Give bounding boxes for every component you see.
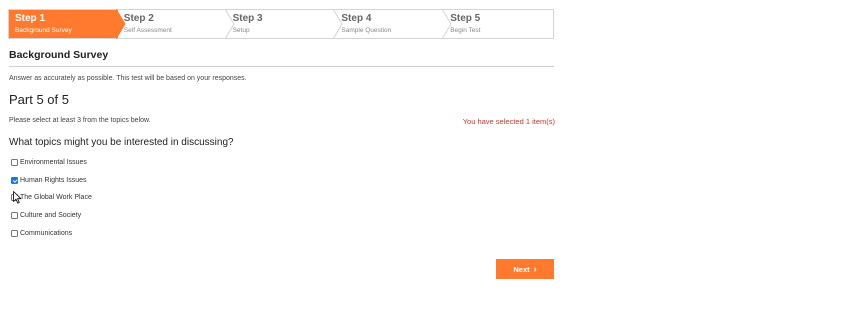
- step-title: Step 4: [341, 13, 372, 24]
- option-label: Culture and Society: [20, 212, 82, 220]
- checkbox-human-rights-issues[interactable]: [11, 176, 18, 184]
- option-global-work-place[interactable]: The Global Work Place: [11, 189, 92, 207]
- checkbox-communications[interactable]: [11, 229, 18, 237]
- step-arrow-icon: [333, 9, 343, 39]
- mouse-pointer-icon: [13, 191, 22, 204]
- selected-count-text: You have selected 1 item(s): [462, 117, 555, 126]
- step-arrow-icon: [115, 9, 126, 39]
- selection-hint: Please select at least 3 from the topics…: [9, 117, 151, 124]
- step-4: Step 4 Sample Question: [335, 9, 452, 39]
- option-culture-and-society[interactable]: Culture and Society: [11, 207, 92, 225]
- step-title: Step 1: [15, 13, 46, 24]
- step-3: Step 3 Setup: [227, 9, 343, 39]
- step-5: Step 5 Begin Test: [444, 10, 553, 38]
- option-communications[interactable]: Communications: [11, 224, 92, 242]
- chevron-right-icon: ›: [533, 263, 537, 274]
- topic-options-list: Environmental Issues Human Rights Issues…: [11, 154, 92, 242]
- step-title: Step 5: [450, 13, 481, 24]
- question-text: What topics might you be interested in d…: [9, 137, 234, 148]
- step-progress-bar: Step 1 Background Survey Step 2 Self Ass…: [8, 9, 554, 39]
- step-2: Step 2 Self Assessment: [118, 9, 235, 39]
- corner-window-icon: [510, 0, 546, 2]
- step-subtitle: Setup: [232, 27, 250, 34]
- option-label: Environmental Issues: [20, 159, 87, 167]
- checkbox-environmental-issues[interactable]: [11, 159, 18, 167]
- step-title: Step 2: [123, 13, 154, 24]
- section-title: Background Survey: [9, 49, 554, 67]
- step-1: Step 1 Background Survey: [9, 9, 126, 39]
- option-environmental-issues[interactable]: Environmental Issues: [11, 154, 92, 172]
- next-button[interactable]: Next ›: [496, 259, 554, 279]
- option-human-rights-issues[interactable]: Human Rights Issues: [11, 172, 92, 190]
- part-indicator: Part 5 of 5: [9, 92, 69, 107]
- step-subtitle: Begin Test: [450, 27, 481, 34]
- step-subtitle: Background Survey: [15, 27, 72, 34]
- option-label: Human Rights Issues: [20, 176, 87, 184]
- option-label: The Global Work Place: [20, 194, 92, 202]
- step-subtitle: Sample Question: [341, 27, 392, 34]
- step-subtitle: Self Assessment: [123, 27, 172, 34]
- step-arrow-icon: [224, 9, 235, 39]
- step-arrow-icon: [442, 9, 452, 39]
- option-label: Communications: [20, 229, 73, 237]
- step-title: Step 3: [232, 13, 263, 24]
- next-button-label: Next: [513, 264, 530, 274]
- checkbox-culture-and-society[interactable]: [11, 212, 18, 220]
- instructions-text: Answer as accurately as possible. This t…: [9, 75, 247, 82]
